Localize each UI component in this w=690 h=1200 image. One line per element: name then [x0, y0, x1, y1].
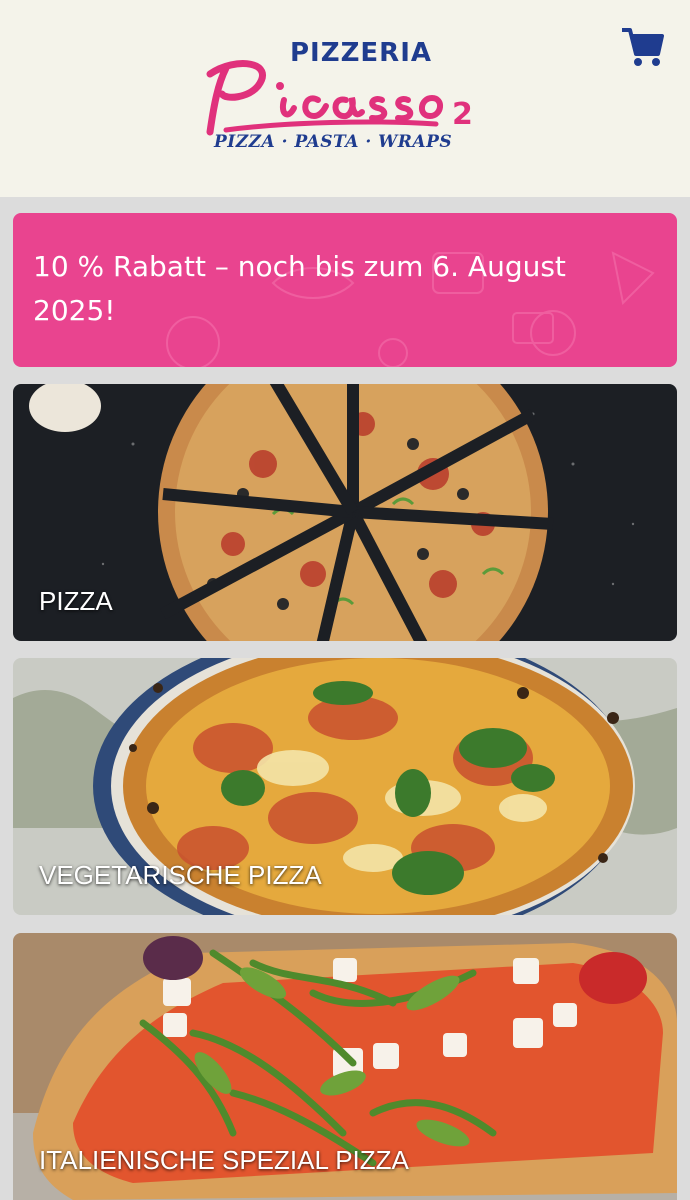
- app-header: 2 PIZZERIA PIZZA · PASTA · WRAPS: [0, 0, 690, 197]
- category-card-vegetarische-pizza[interactable]: VEGETARISCHE PIZZA: [13, 658, 677, 915]
- category-label: PIZZA: [39, 586, 113, 616]
- logo-tagline: PIZZA · PASTA · WRAPS: [214, 132, 453, 152]
- logo-top-text: PIZZERIA: [289, 38, 432, 68]
- category-card-italienische-spezial-pizza[interactable]: ITALIENISCHE SPEZIAL PIZZA: [13, 933, 677, 1200]
- promo-banner: 10 % Rabatt – noch bis zum 6. August 202…: [13, 213, 677, 367]
- category-label: ITALIENISCHE SPEZIAL PIZZA: [39, 1145, 409, 1175]
- promo-text: 10 % Rabatt – noch bis zum 6. August 202…: [33, 250, 566, 327]
- category-label: VEGETARISCHE PIZZA: [39, 860, 322, 890]
- shopping-cart-icon[interactable]: [620, 24, 664, 68]
- svg-text:2: 2: [452, 97, 473, 132]
- category-card-pizza[interactable]: PIZZA: [13, 384, 677, 641]
- brand-logo[interactable]: 2 PIZZERIA PIZZA · PASTA · WRAPS: [196, 34, 486, 164]
